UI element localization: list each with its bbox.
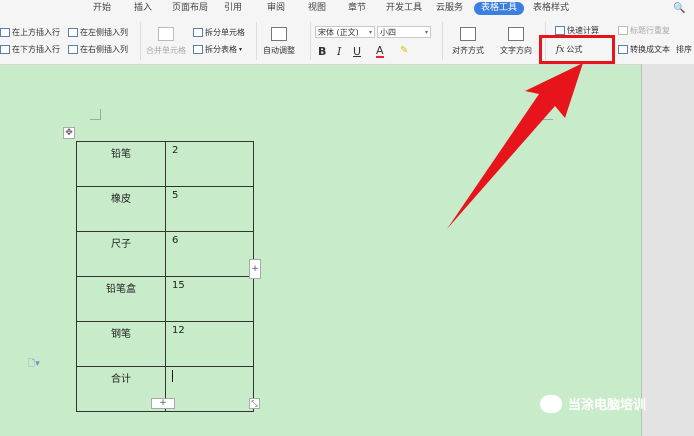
table-row: 橡皮 5 — [76, 186, 254, 232]
item-value-cell[interactable]: 2 — [165, 141, 254, 187]
table-row: 铅笔盒 15 — [76, 276, 254, 322]
item-name-cell[interactable]: 钢笔 — [76, 321, 166, 367]
data-table: 铅笔 2 橡皮 5 尺子 6 铅笔盒 15 钢笔 12 合计 — [76, 141, 254, 412]
item-value-cell[interactable]: 6 — [165, 231, 254, 277]
item-name-cell[interactable]: 尺子 — [76, 231, 166, 277]
table-move-handle[interactable]: ✥ — [63, 127, 75, 139]
table-row: 钢笔 12 — [76, 321, 254, 367]
text-cursor — [172, 370, 173, 382]
item-name-cell[interactable]: 橡皮 — [76, 186, 166, 232]
item-value-cell[interactable]: 12 — [165, 321, 254, 367]
item-name-cell[interactable]: 铅笔 — [76, 141, 166, 187]
table-row: 铅笔 2 — [76, 141, 254, 187]
watermark: 当涂电脑培训 — [540, 394, 646, 413]
paragraph-options-icon[interactable]: 🗋▾ — [28, 356, 40, 372]
table-row: 尺子 6 — [76, 231, 254, 277]
item-value-cell[interactable]: 5 — [165, 186, 254, 232]
add-column-handle[interactable]: + — [249, 259, 261, 279]
wechat-icon — [540, 394, 562, 413]
table-resize-handle[interactable]: ⤡ — [249, 398, 260, 409]
item-value-cell[interactable]: 15 — [165, 276, 254, 322]
total-value-cell[interactable] — [165, 366, 254, 412]
add-row-handle[interactable]: + — [151, 398, 175, 409]
item-name-cell[interactable]: 铅笔盒 — [76, 276, 166, 322]
